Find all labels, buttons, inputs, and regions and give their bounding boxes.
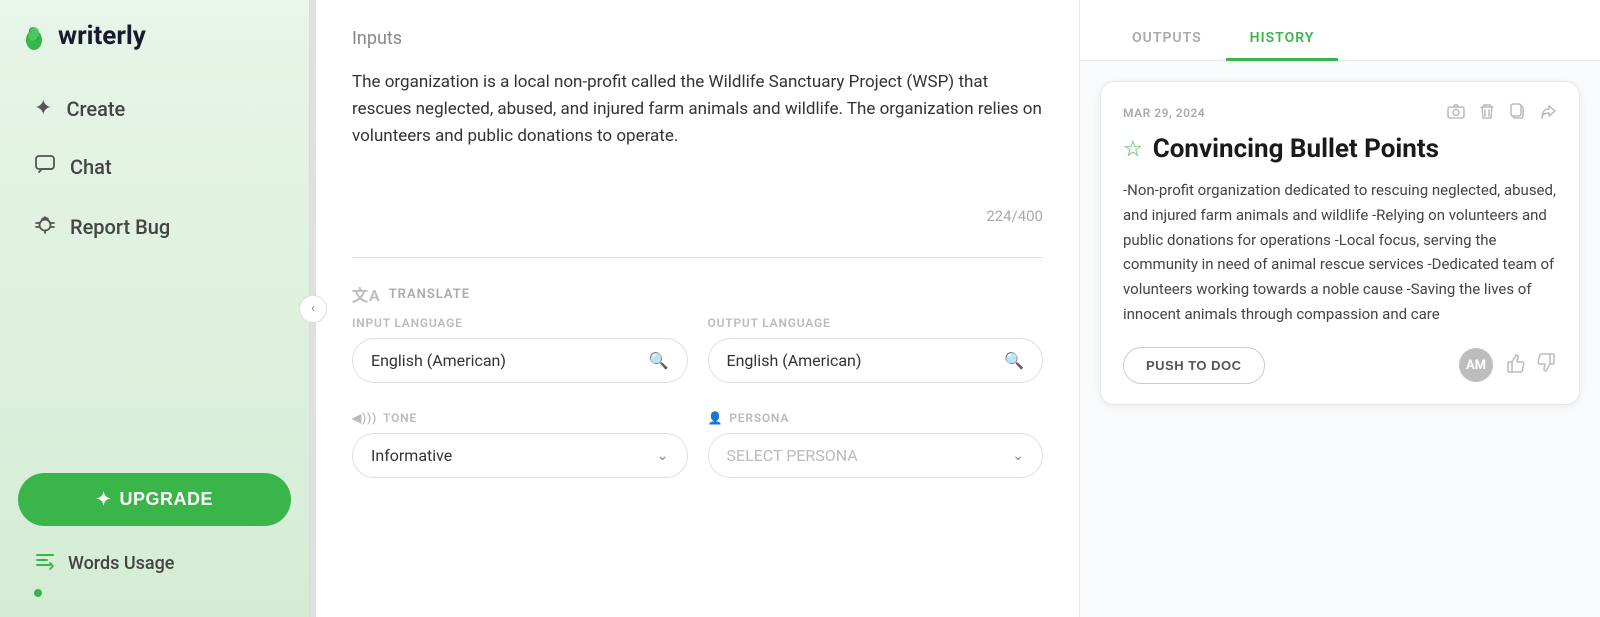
output-language-value: English (American) — [727, 351, 862, 370]
persona-placeholder: SELECT PERSONA — [727, 446, 858, 465]
char-count: 224/400 — [986, 207, 1043, 225]
tone-icon: ◀))) — [352, 411, 377, 425]
tab-history-label: HISTORY — [1250, 30, 1315, 46]
upgrade-icon: ✦ — [96, 489, 112, 510]
translate-section-header: 文A TRANSLATE — [352, 282, 1043, 306]
input-language-group: INPUT LANGUAGE English (American) 🔍 — [352, 316, 688, 383]
persona-select[interactable]: SELECT PERSONA ⌄ — [708, 433, 1044, 478]
logo-icon — [18, 20, 50, 52]
history-content: MAR 29, 2024 ☆ — [1080, 61, 1600, 617]
card-title: Convincing Bullet Points — [1153, 134, 1439, 164]
progress-indicator — [34, 589, 42, 597]
right-panel: OUTPUTS HISTORY MAR 29, 2024 — [1080, 0, 1600, 617]
main-panel: Inputs The organization is a local non-p… — [316, 0, 1080, 617]
collapse-icon: ‹ — [311, 301, 315, 316]
avatar: AM — [1459, 348, 1493, 382]
language-row: INPUT LANGUAGE English (American) 🔍 OUTP… — [352, 316, 1043, 383]
upgrade-button[interactable]: ✦ UPGRADE — [18, 473, 291, 526]
thumbs-up-icon[interactable] — [1505, 353, 1525, 378]
card-date: MAR 29, 2024 — [1123, 106, 1205, 120]
persona-icon: 👤 — [708, 411, 724, 425]
tab-history[interactable]: HISTORY — [1226, 18, 1339, 61]
card-body: -Non-profit organization dedicated to re… — [1123, 178, 1557, 327]
translate-icon: 文A — [352, 282, 381, 306]
output-language-label: OUTPUT LANGUAGE — [708, 316, 1044, 330]
tabs-header: OUTPUTS HISTORY — [1080, 0, 1600, 61]
tab-outputs[interactable]: OUTPUTS — [1108, 18, 1226, 61]
card-footer-right: AM — [1459, 348, 1557, 382]
upgrade-label: UPGRADE — [120, 489, 214, 510]
sidebar-item-chat[interactable]: Chat — [18, 139, 291, 195]
push-to-doc-label: PUSH TO DOC — [1146, 358, 1242, 373]
sidebar-divider: ‹ — [310, 0, 316, 617]
persona-group: 👤 PERSONA SELECT PERSONA ⌄ — [708, 411, 1044, 478]
create-label: Create — [66, 97, 125, 121]
content-textarea[interactable]: The organization is a local non-profit c… — [352, 69, 1043, 229]
tone-label: ◀))) TONE — [352, 411, 688, 425]
card-camera-icon[interactable] — [1447, 103, 1465, 123]
tab-outputs-label: OUTPUTS — [1132, 30, 1202, 46]
bug-icon — [34, 213, 56, 241]
sidebar-item-create[interactable]: ✦ Create — [18, 82, 291, 135]
words-usage[interactable]: Words Usage — [18, 542, 291, 585]
textarea-divider — [352, 257, 1043, 258]
card-copy-icon[interactable] — [1509, 102, 1525, 124]
persona-label: 👤 PERSONA — [708, 411, 1044, 425]
words-usage-label: Words Usage — [68, 553, 174, 574]
tone-group: ◀))) TONE Informative ⌄ — [352, 411, 688, 478]
output-lang-search-icon: 🔍 — [1004, 351, 1024, 370]
input-lang-search-icon: 🔍 — [649, 351, 669, 370]
card-actions — [1447, 102, 1557, 124]
words-usage-icon — [34, 550, 56, 577]
tone-select[interactable]: Informative ⌄ — [352, 433, 688, 478]
output-language-select[interactable]: English (American) 🔍 — [708, 338, 1044, 383]
card-title-row: ☆ Convincing Bullet Points — [1123, 134, 1557, 164]
tone-persona-row: ◀))) TONE Informative ⌄ 👤 PERSONA SELECT… — [352, 411, 1043, 478]
collapse-button[interactable]: ‹ — [299, 295, 327, 323]
app-name: writerly — [58, 21, 146, 51]
history-card: MAR 29, 2024 ☆ — [1100, 81, 1580, 405]
card-top-row: MAR 29, 2024 — [1123, 102, 1557, 124]
card-share-icon[interactable] — [1539, 103, 1557, 123]
create-icon: ✦ — [34, 96, 52, 121]
sidebar-item-report-bug[interactable]: Report Bug — [18, 199, 291, 255]
thumbs-down-icon[interactable] — [1537, 353, 1557, 378]
card-star-icon[interactable]: ☆ — [1123, 137, 1143, 162]
input-language-label: INPUT LANGUAGE — [352, 316, 688, 330]
input-language-value: English (American) — [371, 351, 506, 370]
nav-list: ✦ Create Chat Report — [18, 82, 291, 465]
chat-label: Chat — [70, 155, 112, 179]
input-language-select[interactable]: English (American) 🔍 — [352, 338, 688, 383]
translate-label: TRANSLATE — [389, 287, 470, 302]
push-to-doc-button[interactable]: PUSH TO DOC — [1123, 347, 1265, 384]
chat-icon — [34, 153, 56, 181]
card-footer: PUSH TO DOC AM — [1123, 347, 1557, 384]
persona-chevron-icon: ⌄ — [1012, 448, 1024, 464]
card-trash-icon[interactable] — [1479, 102, 1495, 124]
tone-value: Informative — [371, 446, 452, 465]
tone-chevron-icon: ⌄ — [657, 448, 669, 464]
report-bug-label: Report Bug — [70, 215, 170, 239]
textarea-wrapper: The organization is a local non-profit c… — [352, 69, 1043, 233]
sidebar: writerly ✦ Create Chat — [0, 0, 310, 617]
logo: writerly — [18, 20, 291, 52]
output-language-group: OUTPUT LANGUAGE English (American) 🔍 — [708, 316, 1044, 383]
inputs-title: Inputs — [352, 28, 1043, 49]
